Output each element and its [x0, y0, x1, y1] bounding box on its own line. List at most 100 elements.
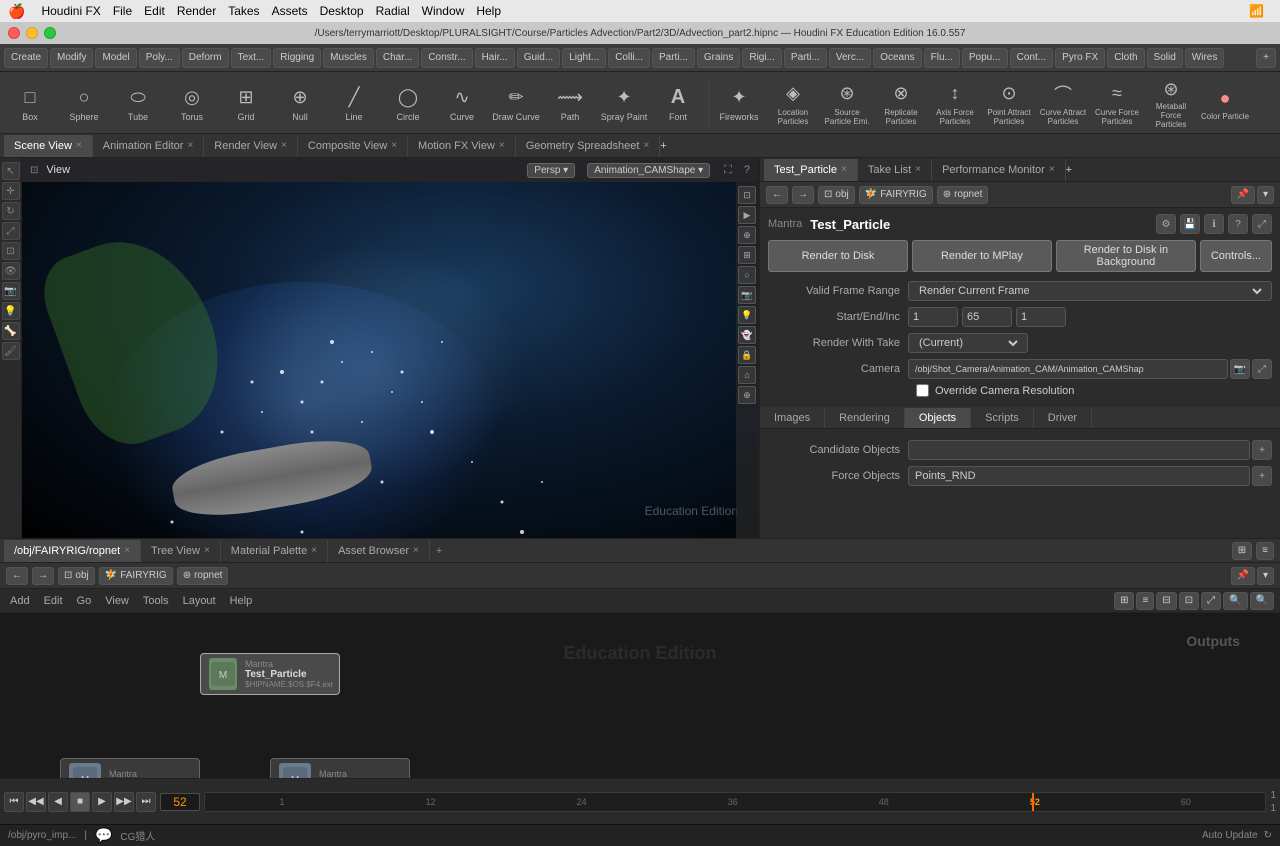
go-menu-btn[interactable]: Go: [73, 594, 96, 608]
pose-tool[interactable]: 🦴: [2, 322, 20, 340]
bottom-tab-material-palette-close[interactable]: ×: [311, 545, 317, 556]
path-back-btn[interactable]: ←: [766, 186, 788, 204]
flu-btn[interactable]: Flu...: [924, 48, 960, 68]
tool-null[interactable]: ⊕ Null: [274, 75, 326, 131]
vp-ghost-btn[interactable]: 👻: [738, 326, 756, 344]
tool-box[interactable]: □ Box: [4, 75, 56, 131]
minimize-button[interactable]: [26, 27, 38, 39]
rotate-tool[interactable]: ↻: [2, 202, 20, 220]
tab-motion-fx[interactable]: Motion FX View ×: [408, 135, 516, 157]
tool-curve-force[interactable]: ≈ Curve Force Particles: [1091, 75, 1143, 131]
tool-curve-attract[interactable]: ⌒ Curve Attract Particles: [1037, 75, 1089, 131]
handle-tool[interactable]: ⊡: [2, 242, 20, 260]
constr-btn[interactable]: Constr...: [421, 48, 472, 68]
tab-performance-monitor-close[interactable]: ×: [1049, 164, 1055, 175]
modify-btn[interactable]: Modify: [50, 48, 93, 68]
tab-animation-editor-close[interactable]: ×: [187, 140, 193, 151]
apple-menu[interactable]: 🍎: [8, 3, 25, 20]
tool-path[interactable]: ⟿ Path: [544, 75, 596, 131]
candidate-add-btn[interactable]: +: [1252, 440, 1272, 460]
force-add-btn[interactable]: +: [1252, 466, 1272, 486]
menu-render[interactable]: Render: [177, 4, 216, 18]
oceans-btn[interactable]: Oceans: [873, 48, 921, 68]
render-to-disk-bg-btn[interactable]: Render to Disk in Background: [1056, 240, 1196, 272]
scale-tool[interactable]: ⤢: [2, 222, 20, 240]
app-name[interactable]: Houdini FX: [41, 4, 100, 18]
override-camera-checkbox[interactable]: [916, 384, 929, 397]
select-tool[interactable]: ↖: [2, 162, 20, 180]
step-back-btn[interactable]: ◀◀: [26, 792, 46, 812]
tab-scene-view-close[interactable]: ×: [76, 140, 82, 151]
bottom-tab-asset-browser[interactable]: Asset Browser ×: [328, 540, 430, 562]
bottom-panel-options-btn[interactable]: ≡: [1256, 542, 1274, 560]
paint-tool[interactable]: 🖌: [2, 342, 20, 360]
node-ropnet-btn[interactable]: ⊛ropnet: [177, 567, 229, 585]
save-icon-btn[interactable]: 💾: [1180, 214, 1200, 234]
vp-home-btn[interactable]: ⌂: [738, 366, 756, 384]
tool-font[interactable]: A Font: [652, 75, 704, 131]
inc-input[interactable]: [1016, 307, 1066, 327]
tools-menu-btn[interactable]: Tools: [139, 594, 173, 608]
muscles-btn[interactable]: Muscles: [323, 48, 374, 68]
deform-btn[interactable]: Deform: [182, 48, 229, 68]
tool-replicate[interactable]: ⊗ Replicate Particles: [875, 75, 927, 131]
node-test-particle[interactable]: M Mantra Test_Particle $HIPNAME.$OS.$F4.…: [200, 653, 340, 695]
path-forward-btn[interactable]: →: [792, 186, 814, 204]
vp-grid-btn[interactable]: ⊞: [738, 246, 756, 264]
timeline-track[interactable]: 1 12 24 36 48 52 60: [204, 792, 1266, 812]
rigging-btn[interactable]: Rigging: [273, 48, 321, 68]
camera-tool[interactable]: 📷: [2, 282, 20, 300]
path-ropnet-btn[interactable]: ⊛ropnet: [937, 186, 989, 204]
take-control[interactable]: (Current): [908, 333, 1028, 353]
tab-scene-view[interactable]: Scene View ×: [4, 135, 93, 157]
verc-btn[interactable]: Verc...: [829, 48, 871, 68]
tab-performance-monitor[interactable]: Performance Monitor ×: [932, 159, 1066, 181]
step-fwd-btn[interactable]: ▶▶: [114, 792, 134, 812]
cont-btn[interactable]: Cont...: [1010, 48, 1053, 68]
add-menu-btn[interactable]: Add: [6, 594, 34, 608]
start-input[interactable]: [908, 307, 958, 327]
tab-geometry-spreadsheet[interactable]: Geometry Spreadsheet ×: [516, 135, 661, 157]
node-view-btn1[interactable]: ⊞: [1114, 592, 1134, 610]
tool-circle[interactable]: ◯ Circle: [382, 75, 434, 131]
current-frame[interactable]: 52: [160, 793, 200, 811]
guid-btn[interactable]: Guid...: [517, 48, 560, 68]
hair-btn[interactable]: Hair...: [475, 48, 515, 68]
tool-color-particle[interactable]: ● Color Particle: [1199, 75, 1251, 131]
tab-objects[interactable]: Objects: [905, 408, 971, 428]
add-right-tab-btn[interactable]: +: [1066, 164, 1072, 176]
node-fairyrig-btn[interactable]: 🧚FAIRYRIG: [99, 567, 173, 585]
tab-rendering[interactable]: Rendering: [825, 408, 905, 428]
help-icon-btn[interactable]: ?: [1228, 214, 1248, 234]
controls-btn[interactable]: Controls...: [1200, 240, 1272, 272]
go-start-btn[interactable]: ⏮: [4, 792, 24, 812]
tab-composite-view-close[interactable]: ×: [391, 140, 397, 151]
vp-obj-btn[interactable]: ○: [738, 266, 756, 284]
menu-file[interactable]: File: [113, 4, 132, 18]
bottom-tab-material-palette[interactable]: Material Palette ×: [221, 540, 328, 562]
tool-draw-curve[interactable]: ✏ Draw Curve: [490, 75, 542, 131]
node-obj-btn[interactable]: ⊡obj: [58, 567, 95, 585]
vp-render-btn[interactable]: ▶: [738, 206, 756, 224]
tool-fireworks[interactable]: ✦ Fireworks: [713, 75, 765, 131]
tab-motion-fx-close[interactable]: ×: [499, 140, 505, 151]
bottom-panel-split-btn[interactable]: ⊞: [1232, 542, 1252, 560]
popu-btn[interactable]: Popu...: [962, 48, 1008, 68]
node-view-btn3[interactable]: ⊟: [1156, 592, 1176, 610]
bottom-tab-tree-view[interactable]: Tree View ×: [141, 540, 221, 562]
node-fairy-particles[interactable]: M Mantra Fairy_Particles: [270, 758, 410, 778]
render-to-disk-btn[interactable]: Render to Disk: [768, 240, 908, 272]
take-select[interactable]: (Current): [915, 336, 1021, 350]
rigi-btn[interactable]: Rigi...: [742, 48, 782, 68]
help-icon[interactable]: ?: [744, 164, 750, 176]
tool-source-particle[interactable]: ⊛ Source Particle Emi.: [821, 75, 873, 131]
tool-metaball-force[interactable]: ⊛ Metaball Force Particles: [1145, 75, 1197, 131]
create-btn[interactable]: Create: [4, 48, 48, 68]
layout-menu-btn[interactable]: Layout: [179, 594, 220, 608]
go-end-btn[interactable]: ⏭: [136, 792, 156, 812]
tab-test-particle[interactable]: Test_Particle ×: [764, 159, 858, 181]
bottom-tab-asset-browser-close[interactable]: ×: [413, 545, 419, 556]
text-btn[interactable]: Text...: [231, 48, 272, 68]
tab-scripts[interactable]: Scripts: [971, 408, 1034, 428]
node-down-btn[interactable]: ▾: [1257, 567, 1274, 585]
